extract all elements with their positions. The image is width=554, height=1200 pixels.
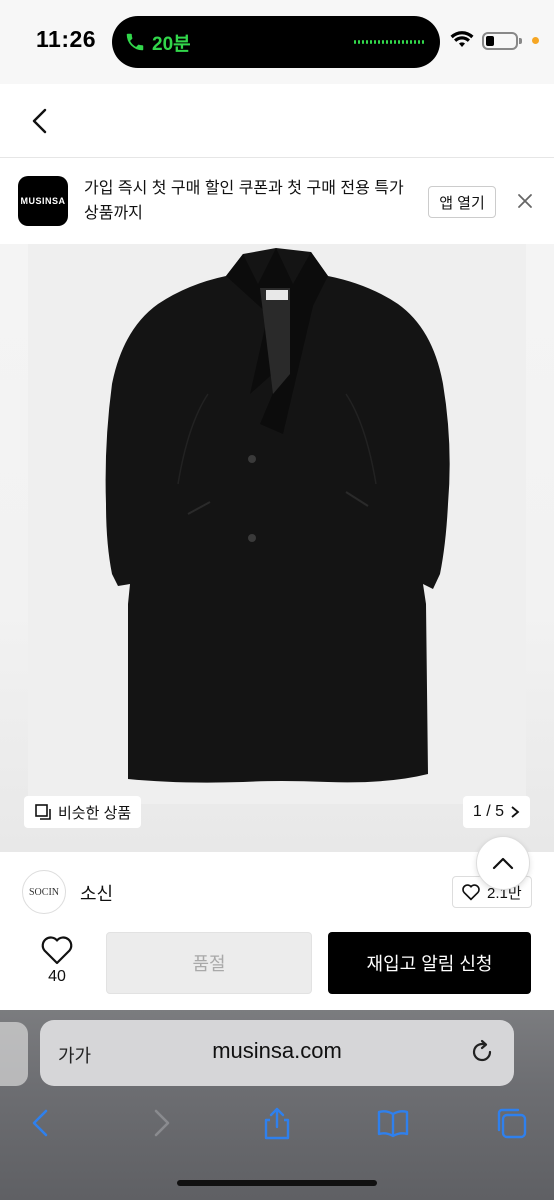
previous-tab-preview[interactable] bbox=[0, 1022, 28, 1086]
phone-icon bbox=[126, 33, 144, 51]
safari-toolbar: 가가 musinsa.com bbox=[0, 1010, 554, 1200]
audio-wave-icon bbox=[354, 40, 424, 44]
brand-logo[interactable]: SOCIN bbox=[22, 870, 66, 914]
reload-icon[interactable] bbox=[468, 1038, 496, 1066]
status-time: 11:26 bbox=[36, 26, 97, 52]
heart-icon[interactable] bbox=[40, 934, 74, 966]
close-icon[interactable] bbox=[514, 190, 536, 212]
home-indicator bbox=[177, 1180, 377, 1186]
url-text[interactable]: musinsa.com bbox=[40, 1038, 514, 1064]
scroll-to-top-button[interactable] bbox=[476, 836, 530, 890]
share-icon[interactable] bbox=[260, 1106, 294, 1140]
banner-message: 가입 즉시 첫 구매 할인 쿠폰과 첫 구매 전용 특가 상품까지 bbox=[84, 180, 404, 222]
open-app-button[interactable]: 앱 열기 bbox=[428, 186, 496, 218]
purchase-action-bar: 40 품절 재입고 알림 신청 bbox=[0, 916, 554, 1010]
heart-icon bbox=[462, 884, 480, 901]
call-duration: 20분 bbox=[152, 33, 191, 55]
copy-icon bbox=[35, 804, 51, 820]
restock-alert-button[interactable]: 재입고 알림 신청 bbox=[328, 932, 531, 994]
call-indicator: 20분 bbox=[124, 26, 191, 58]
dynamic-island[interactable]: 20분 bbox=[112, 16, 440, 68]
battery-icon bbox=[482, 32, 522, 50]
app-install-banner: MUSINSA 가입 즉시 첫 구매 할인 쿠폰과 첫 구매 전용 특가 상품까… bbox=[0, 158, 554, 244]
product-image[interactable] bbox=[28, 244, 526, 804]
similar-products-label: 비슷한 상품 bbox=[58, 804, 132, 822]
safari-bottom-controls bbox=[0, 1100, 554, 1160]
brand-row: SOCIN 소신 2.1만 bbox=[0, 852, 554, 926]
status-bar: 11:26 20분 bbox=[0, 0, 554, 84]
address-bar[interactable]: 가가 musinsa.com bbox=[40, 1020, 514, 1086]
chevron-up-icon bbox=[492, 857, 514, 870]
top-navbar bbox=[0, 84, 554, 158]
forward-icon[interactable] bbox=[144, 1106, 178, 1140]
coat-image bbox=[105, 248, 450, 783]
bookmarks-icon[interactable] bbox=[376, 1106, 410, 1140]
privacy-indicator bbox=[532, 37, 539, 44]
image-pager[interactable]: 1 / 5 bbox=[462, 796, 530, 828]
back-icon[interactable] bbox=[24, 1106, 58, 1140]
brand-name[interactable]: 소신 bbox=[80, 880, 113, 906]
soldout-button[interactable]: 품절 bbox=[106, 932, 312, 994]
similar-products-button[interactable]: 비슷한 상품 bbox=[24, 796, 142, 828]
musinsa-logo: MUSINSA bbox=[18, 176, 68, 226]
chevron-left-icon[interactable] bbox=[24, 104, 58, 138]
tabs-icon[interactable] bbox=[494, 1106, 528, 1140]
like-count: 40 bbox=[48, 968, 66, 985]
pager-text: 1 / 5 bbox=[472, 803, 504, 820]
wifi-icon bbox=[450, 31, 474, 47]
product-image-gallery[interactable]: 비슷한 상품 1 / 5 bbox=[0, 244, 554, 852]
chevron-right-icon bbox=[511, 806, 520, 818]
